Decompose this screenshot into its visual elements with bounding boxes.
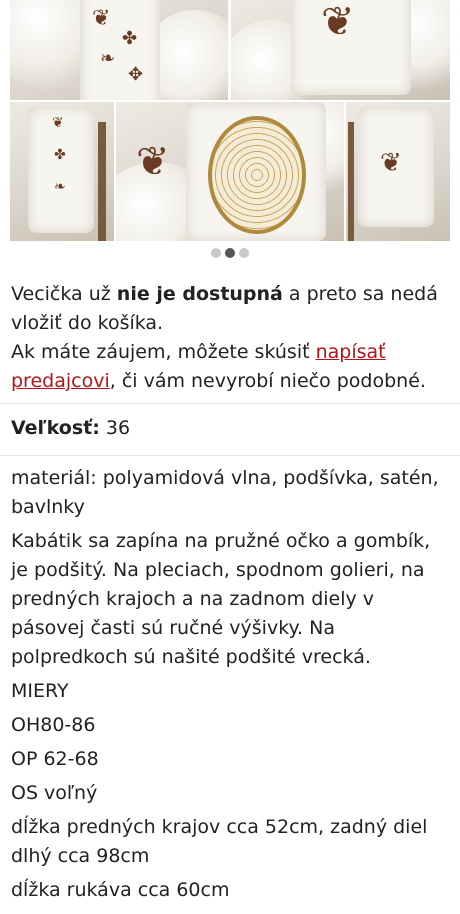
gallery-photo-4[interactable]: ❦ [116, 102, 344, 241]
divider [0, 455, 460, 456]
notice-text-1: Vecička už [11, 283, 117, 305]
description-line: OH80-86 [11, 714, 96, 736]
product-detail: Vecička už nie je dostupná a preto sa ne… [0, 280, 460, 910]
size-value: 36 [99, 417, 131, 439]
description-line: OS voľný [11, 782, 98, 804]
gallery-dot-1[interactable] [211, 248, 221, 258]
gallery-pagination [0, 248, 460, 258]
gallery-photo-3[interactable]: ❦ ✤ ❧ [10, 102, 114, 241]
gallery-dot-2[interactable] [225, 248, 235, 258]
gallery-photo-2[interactable]: ❦ [231, 0, 450, 100]
product-image-gallery[interactable]: ❦ ✤ ❧ ✥ ❦ ❦ ✤ ❧ ❦ ❦ [0, 0, 460, 262]
description-line: materiál: polyamidová vlna, podšívka, sa… [11, 467, 439, 518]
notice-text-3: Ak máte záujem, môžete skúsiť [11, 341, 316, 363]
description-line: dĺžka predných krajov cca 52cm, zadný di… [11, 816, 428, 867]
description-line: OP 62-68 [11, 748, 99, 770]
size-label: Veľkosť: [11, 417, 100, 439]
size-row: Veľkosť: 36 [11, 414, 451, 443]
description-line: dĺžka rukáva cca 60cm [11, 879, 230, 901]
gallery-photo-1[interactable]: ❦ ✤ ❧ ✥ [10, 0, 228, 100]
description-line: MIERY [11, 680, 69, 702]
divider [0, 403, 460, 404]
gallery-dot-3[interactable] [239, 248, 249, 258]
product-description: materiál: polyamidová vlna, podšívka, sa… [11, 464, 451, 905]
gallery-photo-5[interactable]: ❦ [346, 102, 450, 241]
description-line: Kabátik sa zapína na pružné očko a gombí… [11, 530, 431, 668]
notice-bold: nie je dostupná [116, 283, 283, 305]
notice-text-4: , či vám nevyrobí niečo podobné. [109, 370, 426, 392]
unavailable-notice: Vecička už nie je dostupná a preto sa ne… [11, 280, 451, 396]
